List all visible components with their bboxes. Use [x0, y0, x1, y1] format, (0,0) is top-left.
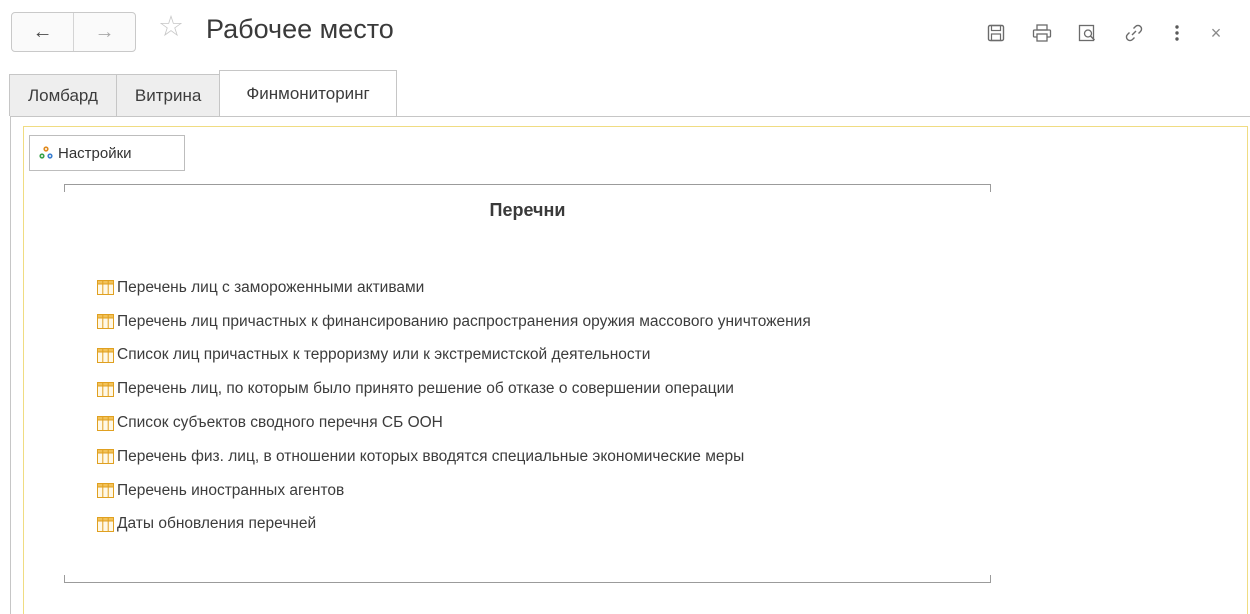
print-icon[interactable]	[1024, 17, 1060, 49]
list-item[interactable]: Список субъектов сводного перечня СБ ООН	[97, 406, 811, 440]
more-icon[interactable]	[1162, 17, 1192, 49]
workplace-window: ← → ☆ Рабочее место × Ломбард Витрина Фи…	[0, 0, 1250, 614]
list-item[interactable]: Перечень лиц с замороженными активами	[97, 271, 811, 305]
arrow-right-icon: →	[94, 21, 115, 43]
table-icon	[97, 449, 114, 465]
tab-lombard[interactable]: Ломбард	[9, 74, 117, 116]
table-icon	[97, 280, 114, 296]
list-item[interactable]: Даты обновления перечней	[97, 508, 811, 542]
list-item[interactable]: Список лиц причастных к терроризму или к…	[97, 339, 811, 373]
group-title: Перечни	[489, 200, 566, 220]
list-item-label: Перечень физ. лиц, в отношении которых в…	[117, 447, 745, 465]
preview-icon[interactable]	[1070, 17, 1106, 49]
list-item-label: Перечень лиц причастных к финансированию…	[117, 312, 811, 330]
group-border-bottom	[64, 582, 991, 583]
page-title: Рабочее место	[206, 14, 394, 44]
list-item-label: Список субъектов сводного перечня СБ ООН	[117, 414, 443, 432]
list-item[interactable]: Перечень лиц, по которым было принято ре…	[97, 372, 811, 406]
arrow-left-icon: ←	[32, 21, 53, 43]
navigation-buttons: ← →	[11, 12, 136, 52]
settings-icon	[38, 145, 56, 161]
forward-button[interactable]: →	[73, 13, 135, 51]
list-item[interactable]: Перечень лиц причастных к финансированию…	[97, 305, 811, 339]
tab-finmonitoring[interactable]: Финмониторинг	[219, 70, 397, 116]
tab-vitrina[interactable]: Витрина	[115, 74, 221, 116]
close-icon[interactable]: ×	[1206, 17, 1226, 49]
table-icon	[97, 516, 114, 532]
save-icon[interactable]	[978, 17, 1014, 49]
back-button[interactable]: ←	[12, 13, 73, 51]
table-icon	[97, 483, 114, 499]
header-toolbar: ×	[978, 16, 1226, 50]
list-item-label: Список лиц причастных к терроризму или к…	[117, 346, 651, 364]
table-icon	[97, 347, 114, 363]
group-border-top	[64, 184, 991, 185]
lists-list: Перечень лиц с замороженными активами Пе…	[97, 271, 811, 541]
table-icon	[97, 415, 114, 431]
list-item[interactable]: Перечень физ. лиц, в отношении которых в…	[97, 440, 811, 474]
list-item-label: Перечень иностранных агентов	[117, 481, 345, 499]
list-item[interactable]: Перечень иностранных агентов	[97, 474, 811, 508]
settings-button[interactable]: Настройки	[29, 135, 185, 171]
settings-label: Настройки	[58, 144, 132, 162]
star-icon[interactable]: ☆	[158, 13, 184, 42]
list-item-label: Перечень лиц с замороженными активами	[117, 278, 425, 296]
table-icon	[97, 381, 114, 397]
tab-bar: Ломбард Витрина Финмониторинг	[9, 70, 397, 116]
link-icon[interactable]	[1116, 17, 1152, 49]
list-item-label: Даты обновления перечней	[117, 515, 317, 533]
list-item-label: Перечень лиц, по которым было принято ре…	[117, 380, 734, 398]
table-icon	[97, 314, 114, 330]
